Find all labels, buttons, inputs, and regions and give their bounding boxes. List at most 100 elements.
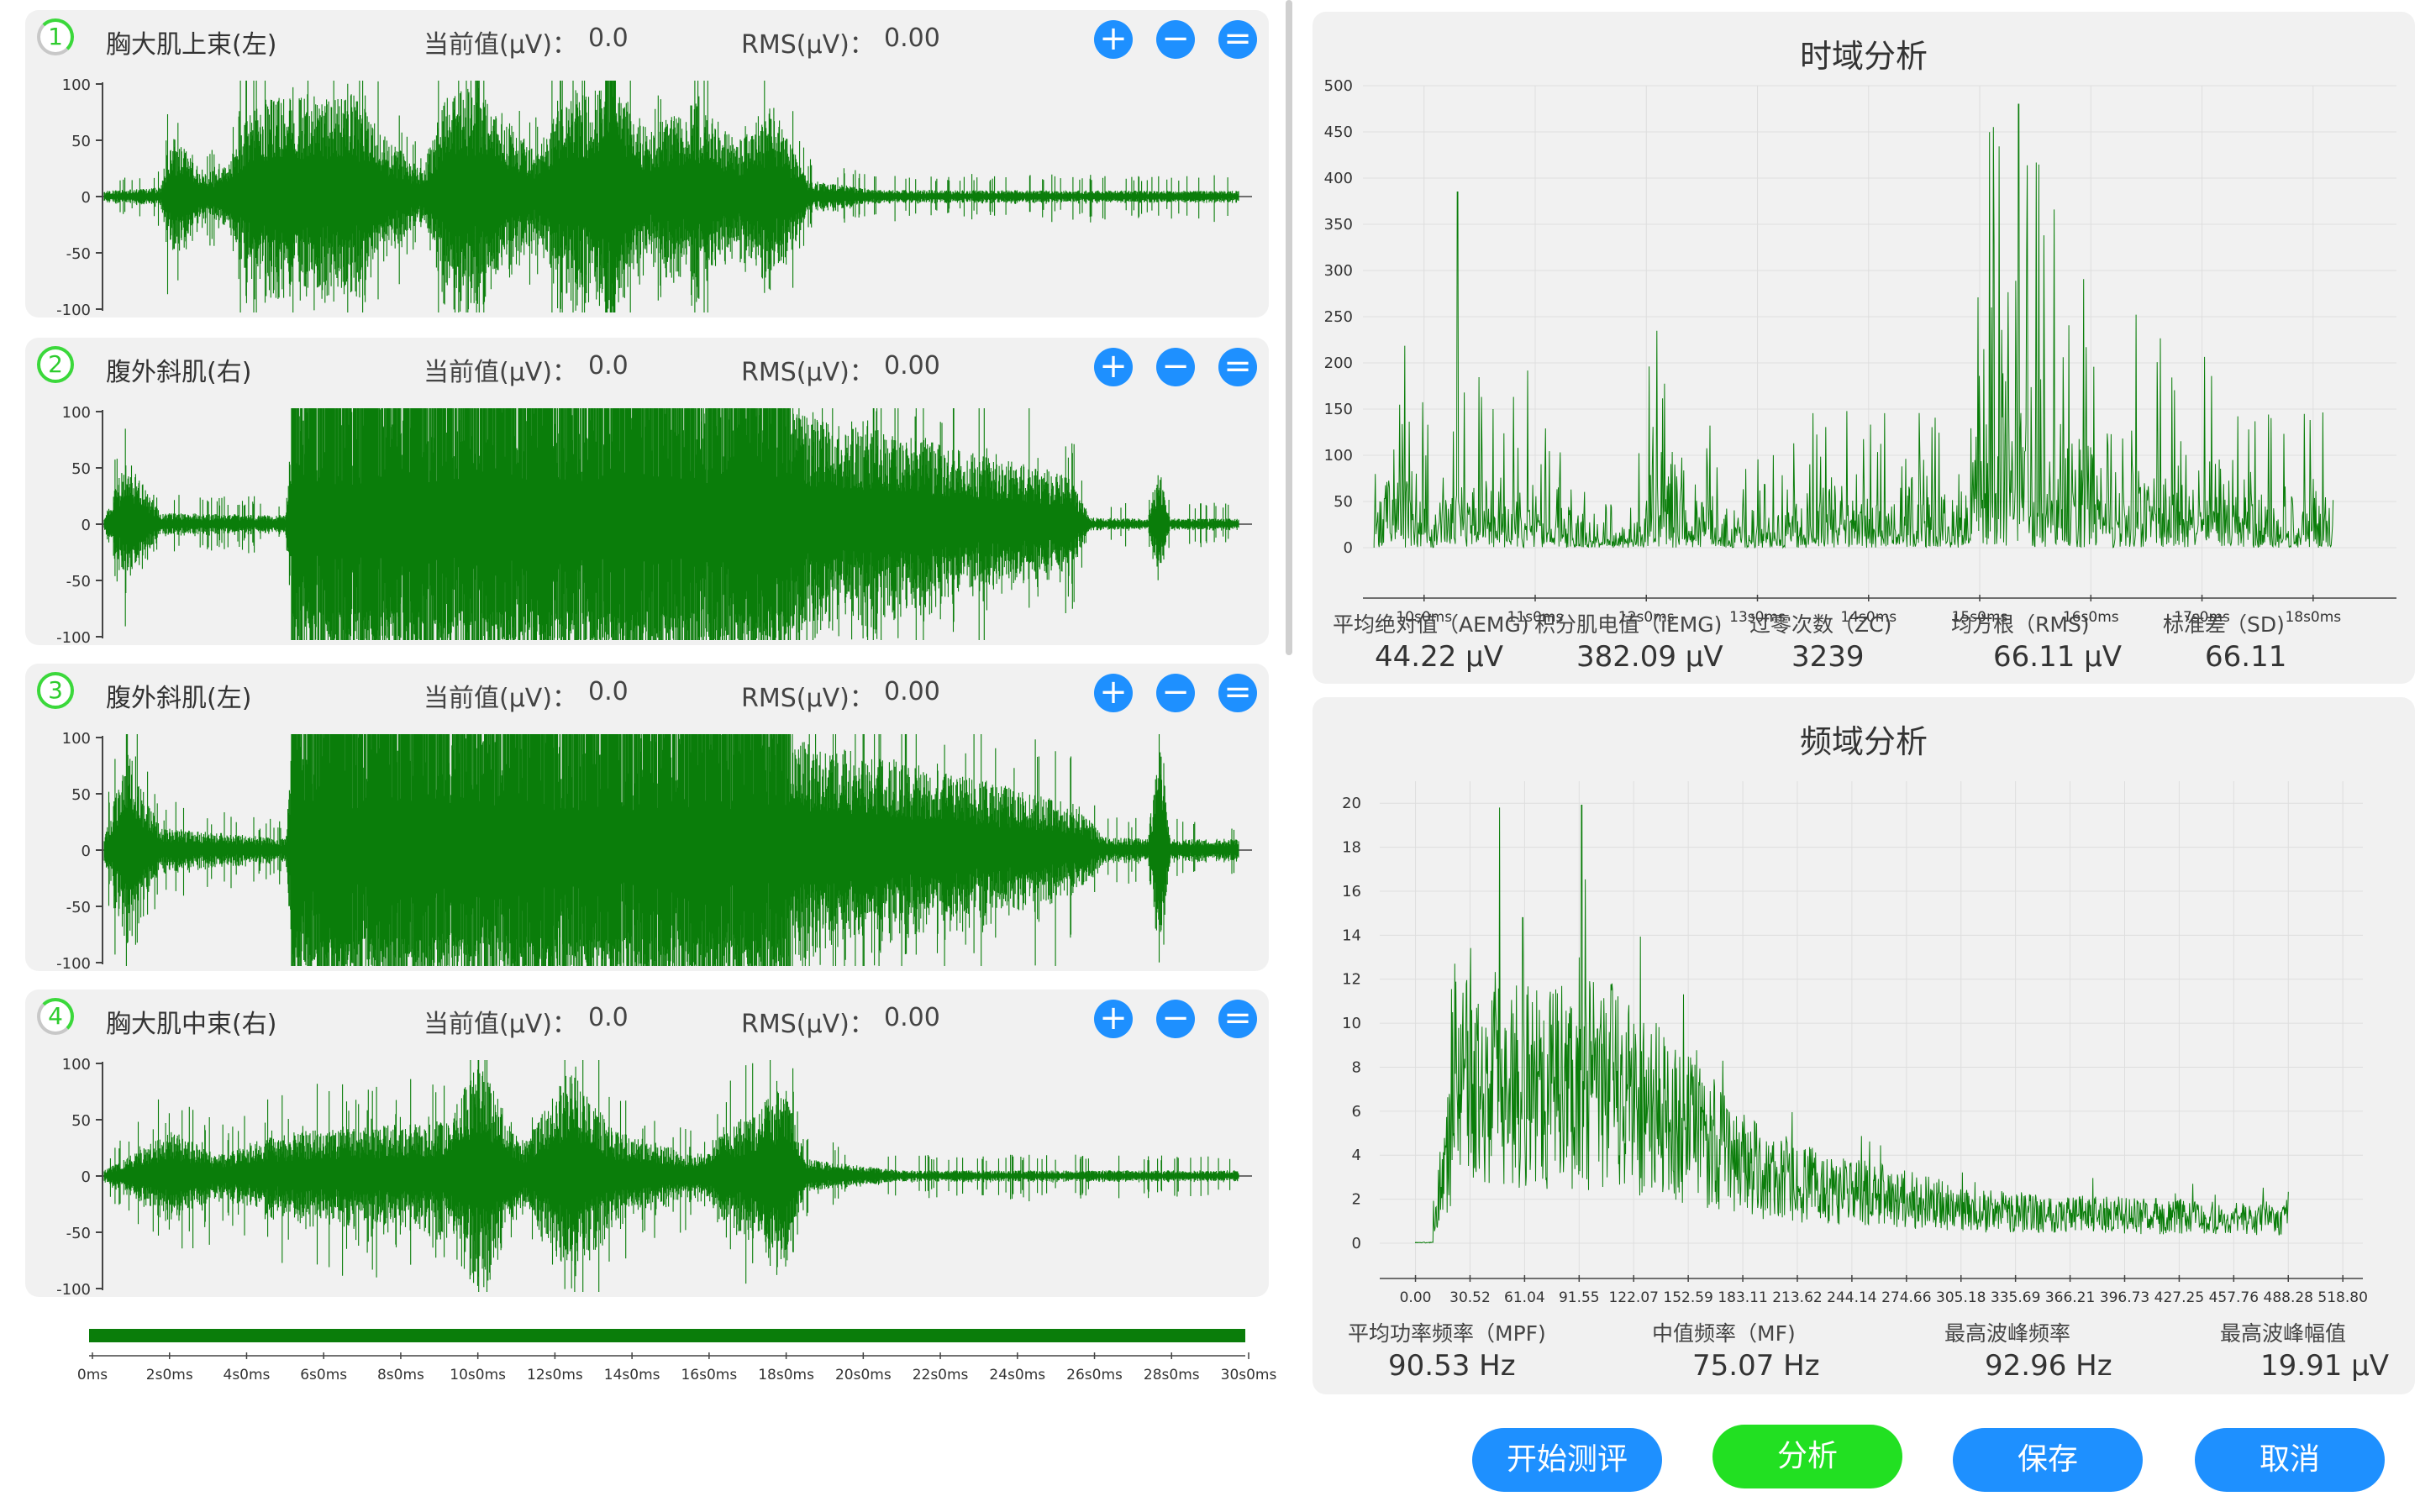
y-tick-label: -100	[56, 1281, 91, 1297]
timeline-tick-label: 8s0ms	[377, 1367, 424, 1383]
zoom-out-button[interactable]: −	[1156, 348, 1195, 386]
channel-number-badge: 3	[37, 672, 74, 709]
zoom-in-button[interactable]: +	[1094, 674, 1133, 712]
channel-number-badge: 4	[37, 998, 74, 1035]
zoom-in-button[interactable]: +	[1094, 1000, 1133, 1038]
current-value: 0.0	[588, 677, 629, 706]
timeline-tick-label: 14s0ms	[604, 1367, 660, 1383]
channel-menu-button[interactable]: =	[1218, 674, 1257, 712]
stat-value: 66.11 μV	[1993, 640, 2123, 674]
channel-menu-button[interactable]: =	[1218, 348, 1257, 386]
channel-number-badge: 1	[37, 18, 74, 55]
timeline[interactable]: 0ms 2s0ms 4s0ms 6s0ms 8s0ms 10s0ms 12s0ms 14s0m…	[25, 1319, 1302, 1386]
timeline-tick-label: 2s0ms	[146, 1367, 193, 1383]
y-tick-label: 0	[82, 1168, 91, 1186]
stat-label: 积分肌电值（iEMG)	[1534, 612, 1723, 637]
channel-waveform: 100 50 0 -50 -100	[56, 730, 1252, 971]
y-tick-label: 300	[1324, 262, 1353, 280]
timeline-progress-bar	[89, 1329, 1245, 1342]
current-value-label: 当前值(μV)：	[424, 684, 578, 713]
save-button[interactable]: 保存	[1953, 1428, 2143, 1492]
timeline-tick-label: 26s0ms	[1066, 1367, 1123, 1383]
rms-label: RMS(μV)：	[741, 30, 875, 60]
channel-menu-button[interactable]: =	[1218, 1000, 1257, 1038]
channel-panel: 4 胸大肌中束(右) 当前值(μV)： 0.0 RMS(μV)： 0.00 + …	[25, 990, 1269, 1297]
x-tick-label: 18s0ms	[2285, 609, 2341, 626]
x-tick-label: 305.18	[1936, 1289, 1986, 1306]
zoom-out-button[interactable]: −	[1156, 1000, 1195, 1038]
timeline-tick-label: 0ms	[77, 1367, 108, 1383]
stat-label: 平均功率频率（MPF)	[1348, 1321, 1546, 1346]
stat-value: 90.53 Hz	[1388, 1349, 1516, 1383]
y-tick-label: 250	[1324, 308, 1353, 326]
stat-label: 过零次数（ZC)	[1749, 612, 1892, 637]
x-tick-label: 366.21	[2045, 1289, 2095, 1306]
channels-scrollbar[interactable]	[1286, 0, 1292, 655]
y-tick-label: 100	[62, 1056, 91, 1074]
y-tick-label: 16	[1342, 883, 1361, 900]
freq-domain-panel: 频域分析 20 18 16 14 12 10 8 6 4 2 0 0.00 30.52 61.04 91.5…	[1313, 697, 2415, 1394]
y-tick-label: -50	[66, 245, 91, 263]
y-tick-label: 100	[62, 76, 91, 94]
x-tick-label: 213.62	[1772, 1289, 1822, 1306]
timeline-tick-label: 28s0ms	[1144, 1367, 1200, 1383]
zoom-out-button[interactable]: −	[1156, 674, 1195, 712]
x-tick-label: 0.00	[1400, 1289, 1432, 1306]
stat-label: 标准差（SD)	[2163, 612, 2285, 637]
current-value: 0.0	[588, 24, 629, 53]
x-tick-label: 61.04	[1504, 1289, 1545, 1306]
stat-value: 19.91 μV	[2260, 1349, 2390, 1383]
channel-waveform: 100 50 0 -50 -100	[56, 404, 1252, 645]
stat-label: 均方根（RMS)	[1951, 612, 2090, 637]
zoom-out-button[interactable]: −	[1156, 20, 1195, 59]
stat-value: 3239	[1791, 640, 1865, 674]
channel-panel: 3 腹外斜肌(左) 当前值(μV)： 0.0 RMS(μV)： 0.00 + −…	[25, 664, 1269, 971]
x-tick-label: 183.11	[1718, 1289, 1767, 1306]
emg-signal-trace	[103, 81, 1239, 312]
y-tick-label: 100	[62, 404, 91, 422]
channel-name: 胸大肌中束(右)	[106, 1010, 277, 1039]
stat-value: 66.11	[2205, 640, 2287, 674]
x-tick-label: 274.66	[1881, 1289, 1931, 1306]
current-value-label: 当前值(μV)：	[424, 30, 578, 60]
stat-value: 382.09 μV	[1576, 640, 1723, 674]
rms-value: 0.00	[884, 1003, 940, 1032]
zoom-in-button[interactable]: +	[1094, 348, 1133, 386]
zoom-in-button[interactable]: +	[1094, 20, 1133, 59]
timeline-tick-label: 18s0ms	[758, 1367, 814, 1383]
channel-header: 3 腹外斜肌(左) 当前值(μV)： 0.0 RMS(μV)： 0.00 + −…	[25, 664, 1269, 722]
emg-signal-trace	[103, 1060, 1239, 1292]
rms-value: 0.00	[884, 24, 940, 53]
start-evaluation-button[interactable]: 开始测评	[1472, 1428, 1662, 1492]
x-tick-label: 91.55	[1559, 1289, 1600, 1306]
channel-name: 腹外斜肌(右)	[106, 358, 252, 387]
stat-value: 44.22 μV	[1375, 640, 1504, 674]
timeline-tick-label: 4s0ms	[224, 1367, 271, 1383]
y-tick-label: 12	[1342, 971, 1361, 989]
analyze-button[interactable]: 分析	[1712, 1425, 1902, 1488]
timeline-tick-label: 6s0ms	[300, 1367, 347, 1383]
channel-header: 1 胸大肌上束(左) 当前值(μV)： 0.0 RMS(μV)： 0.00 + …	[25, 10, 1269, 69]
x-tick-label: 396.73	[2100, 1289, 2149, 1306]
timeline-tick-label: 20s0ms	[835, 1367, 892, 1383]
current-value-label: 当前值(μV)：	[424, 358, 578, 387]
x-tick-label: 427.25	[2154, 1289, 2204, 1306]
stat-label: 中值频率（MF)	[1652, 1321, 1796, 1346]
current-value: 0.0	[588, 351, 629, 381]
cancel-button[interactable]: 取消	[2195, 1428, 2385, 1492]
current-value: 0.0	[588, 1003, 629, 1032]
x-tick-label: 335.69	[1991, 1289, 2040, 1306]
time-domain-series	[1373, 103, 2334, 549]
y-tick-label: 0	[1344, 539, 1353, 557]
y-tick-label: 50	[71, 133, 91, 150]
y-tick-label: -50	[66, 899, 91, 916]
y-tick-label: 100	[1324, 447, 1353, 465]
x-tick-label: 30.52	[1449, 1289, 1491, 1306]
y-tick-label: 0	[1352, 1235, 1361, 1252]
freq-domain-chart: 201816141210864200.00 30.52 61.04 91.55 122.…	[1342, 781, 2368, 1306]
stat-label: 平均绝对值（AEMG)	[1333, 612, 1529, 637]
channel-menu-button[interactable]: =	[1218, 20, 1257, 59]
y-tick-label: 400	[1324, 170, 1353, 187]
y-tick-label: -50	[66, 1225, 91, 1242]
y-tick-label: -50	[66, 573, 91, 591]
